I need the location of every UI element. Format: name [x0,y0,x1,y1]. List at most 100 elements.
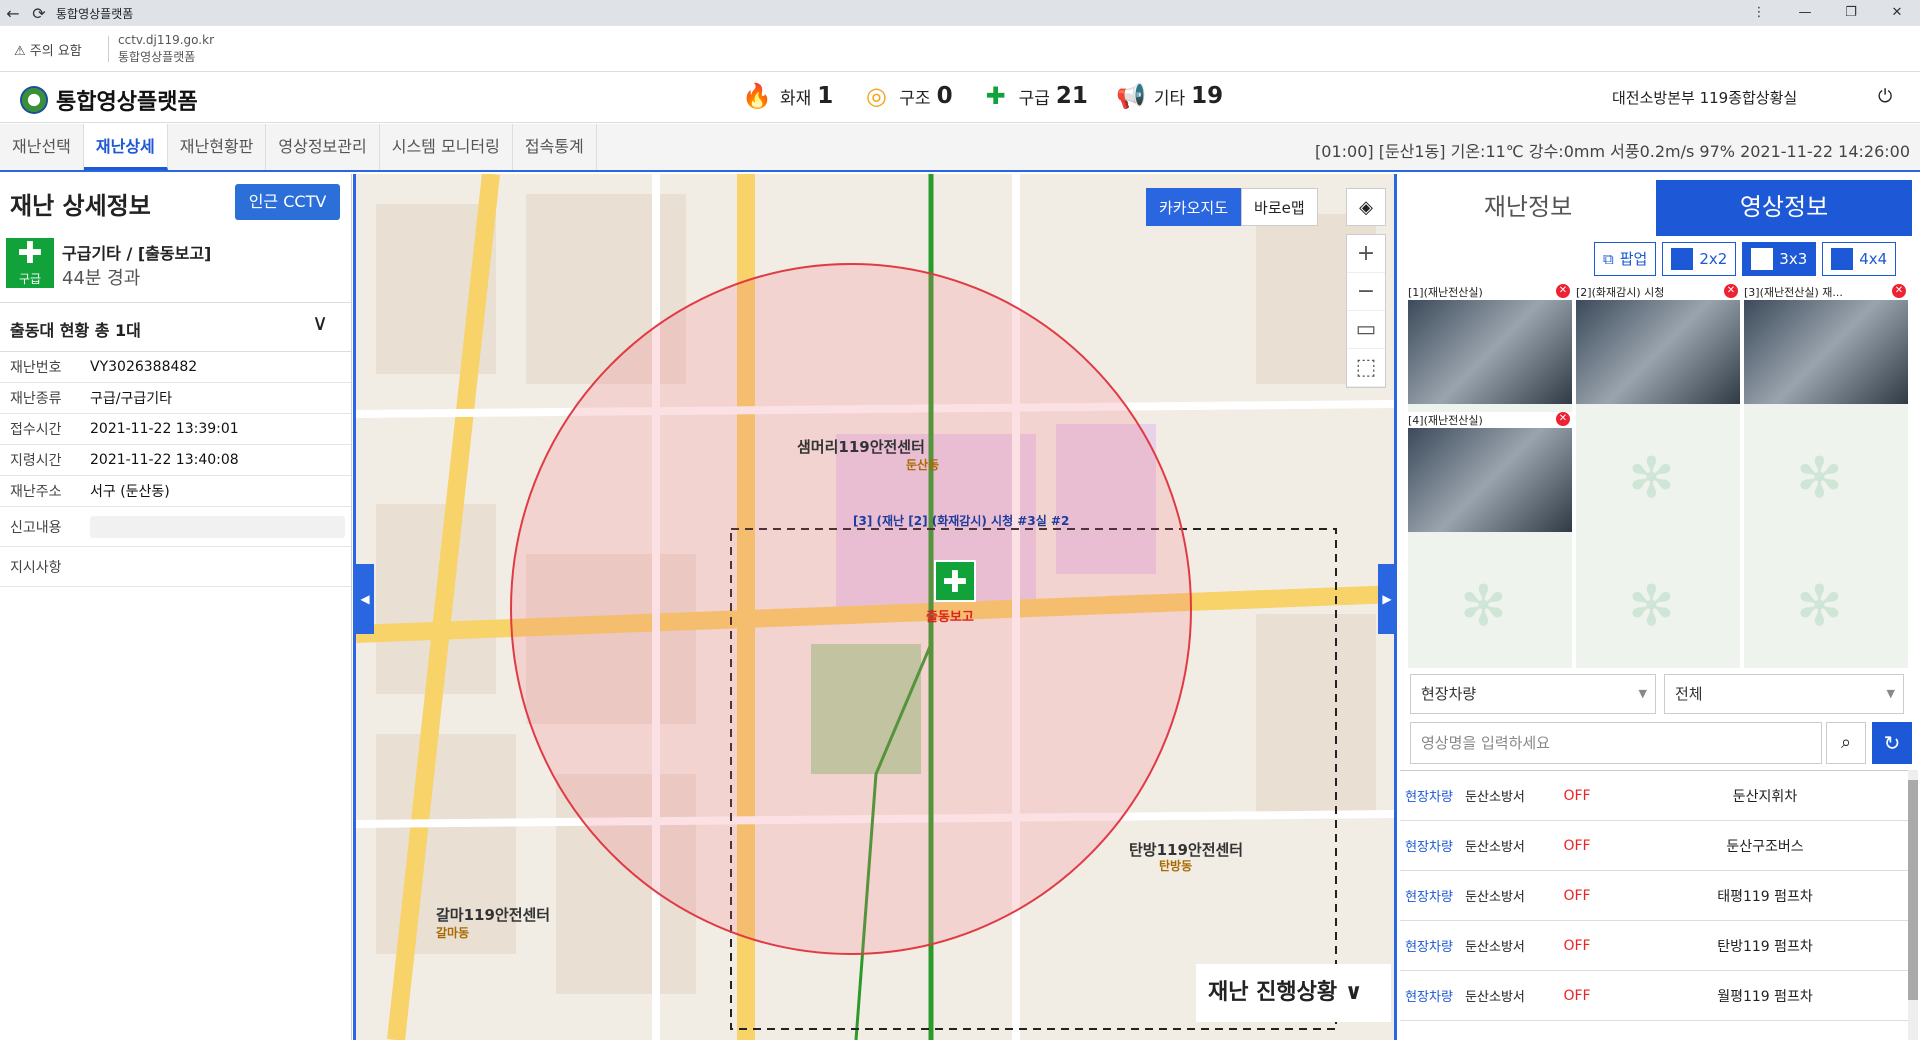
megaphone-icon: 📢 [1115,82,1146,110]
video-type-select[interactable]: 현장차량 ▼ [1410,674,1656,714]
browser-title: 통합영상플랫폼 [56,6,134,21]
empty-tile[interactable]: ✻ [1576,412,1740,540]
minimize-icon[interactable]: — [1782,0,1828,26]
popup-icon: ⧉ [1603,250,1614,268]
fire-icon: 🔥 [742,82,772,110]
grid-3x3-button[interactable]: 3x3 [1742,242,1817,276]
collapse-right-icon[interactable]: ▶ [1378,564,1394,634]
list-item[interactable]: 현장차량 둔산소방서 OFF 태평119 펌프차 [1400,871,1908,921]
grid-icon [1751,248,1774,270]
list-item[interactable]: 현장차량 둔산소방서 OFF 둔산지휘차 [1400,771,1908,821]
tab-video-info[interactable]: 영상정보 [1656,180,1912,236]
tab-disaster-info[interactable]: 재난정보 [1400,180,1656,236]
ems-badge: ✚ 구급 [6,238,54,288]
tab-disaster-detail[interactable]: 재난상세 [83,124,168,170]
right-tabs: 재난정보 영상정보 [1400,180,1920,236]
video-scope-select[interactable]: 전체 ▼ [1664,674,1904,714]
empty-tile[interactable]: ✻ [1408,540,1572,668]
grid-2x2-button[interactable]: 2x2 [1662,242,1737,276]
app-logo[interactable]: 통합영상플랫폼 [20,84,198,116]
video-list: 현장차량 둔산소방서 OFF 둔산지휘차 현장차량 둔산소방서 OFF 둔산구조버스 현장차… [1400,770,1908,1021]
tab-disaster-select[interactable]: 재난선택 [0,124,84,170]
placeholder-emblem-icon: ✻ [1460,574,1507,639]
video-tile[interactable]: [2](화재감시) 시청 ✕ [1576,284,1740,412]
stat-rescue[interactable]: ◎ 구조 0 [861,81,953,111]
organization-label: 대전소방본부 119종합상황실 [1612,89,1798,107]
empty-tile[interactable]: ✻ [1744,412,1908,540]
chevron-down-icon[interactable]: ∨ [312,311,328,336]
grid-icon [1831,248,1854,270]
tab-video-management[interactable]: 영상정보관리 [266,124,380,170]
close-icon[interactable]: ✕ [1892,284,1906,298]
tab-system-monitoring[interactable]: 시스템 모니터링 [380,124,513,170]
close-icon[interactable]: ✕ [1556,412,1570,426]
incident-marker-icon[interactable]: ✚ [934,560,976,602]
video-feed [1408,300,1572,404]
zoom-out-icon[interactable]: − [1347,273,1385,311]
area-icon[interactable]: ⬚ [1347,349,1385,387]
incident-marker-label: 출동보고 [926,610,974,625]
stat-fire[interactable]: 🔥 화재 1 [742,81,833,111]
divider [108,36,109,62]
nearby-cctv-button[interactable]: 인근 CCTV [235,184,340,220]
popup-button[interactable]: ⧉ 팝업 [1594,242,1657,276]
placeholder-emblem-icon: ✻ [1628,446,1675,511]
map-label: 갈마동 [436,926,470,940]
scrollbar-thumb[interactable] [1908,780,1918,1000]
logout-icon[interactable]: ⏻ [1878,86,1892,107]
info-row: 재난번호 VY3026388482 [0,352,351,383]
stat-ems[interactable]: ✚ 구급 21 [981,81,1088,111]
refresh-icon[interactable]: ↻ [1872,722,1912,764]
info-row-instruction: 지시사항 [0,547,351,587]
reload-icon[interactable]: ⟳ [26,4,52,23]
list-item[interactable]: 현장차량 둔산소방서 OFF 탄방119 펌프차 [1400,921,1908,971]
unit-status-accordion[interactable]: 출동대 현황 총 1대 ∨ [0,302,351,352]
map-label: 둔산동 [906,458,940,472]
restore-icon[interactable]: ❐ [1828,0,1874,26]
map-label: 갈마119안전센터 [436,906,551,924]
url-text[interactable]: cctv.dj119.go.kr 통합영상플랫폼 [118,32,214,66]
close-icon[interactable]: ✕ [1724,284,1738,298]
app-name: 통합영상플랫폼 [56,90,198,115]
close-icon[interactable]: ✕ [1556,284,1570,298]
tab-access-stats[interactable]: 접속통계 [513,124,597,170]
map-type-toggle: 카카오지도 바로e맵 [1146,188,1318,226]
grid-4x4-button[interactable]: 4x4 [1822,242,1897,276]
incident-title: 구급기타 / [출동보고] [62,244,212,263]
app-header: 통합영상플랫폼 🔥 화재 1 ◎ 구조 0 ✚ 구급 21 📢 기타 19 대전… [0,73,1920,123]
layers-icon[interactable]: ◈ [1346,188,1386,226]
video-tile[interactable]: [3](재난전산실) 재... ✕ [1744,284,1908,412]
chevron-down-icon: ∨ [1344,980,1363,1005]
video-tile[interactable]: [4](재난전산실) ✕ [1408,412,1572,540]
security-warning[interactable]: ⚠ 주의 요함 [14,40,82,59]
address-bar: ⚠ 주의 요함 cctv.dj119.go.kr 통합영상플랫폼 [0,26,1920,72]
baro-emap-button[interactable]: 바로e맵 [1241,188,1318,226]
kakao-map-button[interactable]: 카카오지도 [1146,188,1242,226]
empty-tile[interactable]: ✻ [1576,540,1740,668]
weather-info: [01:00] [둔산1동] 기온:11℃ 강수:0mm 서풍0.2m/s 97… [1315,142,1910,161]
empty-tile[interactable]: ✻ [1744,540,1908,668]
list-item[interactable]: 현장차량 둔산소방서 OFF 둔산구조버스 [1400,821,1908,871]
list-item[interactable]: 현장차량 둔산소방서 OFF 월평119 펌프차 [1400,971,1908,1021]
video-feed [1408,428,1572,532]
tab-disaster-board[interactable]: 재난현황판 [168,124,267,170]
zoom-in-icon[interactable]: + [1347,235,1385,273]
video-tile[interactable]: [1](재난전산실) ✕ [1408,284,1572,412]
map-view[interactable]: 샘머리119안전센터 둔산동 탄방119안전센터 탄방동 갈마119안전센터 갈… [353,174,1397,1040]
search-icon[interactable]: ⌕ [1826,722,1866,764]
cctv-marker-label[interactable]: [3] (재난 [2] (화재감시) 시청 #3실 #2 [853,512,1069,529]
video-search-input[interactable]: 영상명을 입력하세요 [1410,722,1822,764]
elapsed-time: 44분 경과 [62,268,141,289]
grid-layout-controls: ⧉ 팝업 2x2 3x3 4x4 [1588,242,1897,276]
collapse-left-icon[interactable]: ◀ [356,564,374,634]
menu-icon[interactable]: ⋮ [1736,0,1782,26]
disaster-progress-toggle[interactable]: 재난 진행상황 ∨ [1196,964,1391,1022]
video-feed [1576,300,1740,404]
back-icon[interactable]: ← [0,4,26,23]
stat-other[interactable]: 📢 기타 19 [1116,81,1223,111]
ruler-icon[interactable]: ▭ [1347,311,1385,349]
close-icon[interactable]: ✕ [1874,0,1920,26]
list-scrollbar[interactable] [1908,770,1918,1040]
map-label: 탄방동 [1159,859,1193,873]
disaster-detail-panel: 재난 상세정보 인근 CCTV ✚ 구급 구급기타 / [출동보고] 44분 경… [0,174,352,1040]
